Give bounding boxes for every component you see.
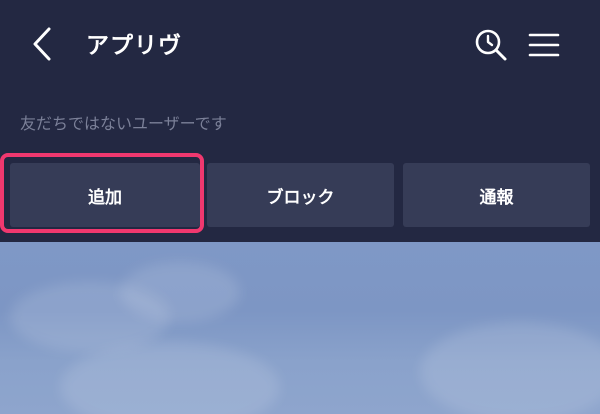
- non-friend-notice: 友だちではないユーザーです: [20, 114, 227, 133]
- friend-actions: 追加 ブロック 通報: [0, 163, 600, 227]
- chevron-left-icon: [31, 26, 53, 66]
- search-button[interactable]: [472, 28, 510, 66]
- background-cloud: [120, 262, 240, 322]
- block-button[interactable]: ブロック: [207, 163, 394, 227]
- report-button[interactable]: 通報: [403, 163, 590, 227]
- search-history-icon: [474, 28, 508, 66]
- chat-title: アプリヴ: [86, 33, 182, 59]
- hamburger-menu-icon: [528, 32, 560, 62]
- background-cloud: [420, 322, 600, 414]
- back-button[interactable]: [22, 24, 62, 68]
- add-friend-button[interactable]: 追加: [10, 163, 200, 227]
- chat-background: [0, 242, 600, 414]
- chat-header: アプリヴ 友だちではないユーザーです 追加 ブロック 通報: [0, 0, 600, 242]
- chat-screen: アプリヴ 友だちではないユーザーです 追加 ブロック 通報: [0, 0, 600, 414]
- background-cloud: [60, 342, 280, 414]
- menu-button[interactable]: [526, 29, 562, 65]
